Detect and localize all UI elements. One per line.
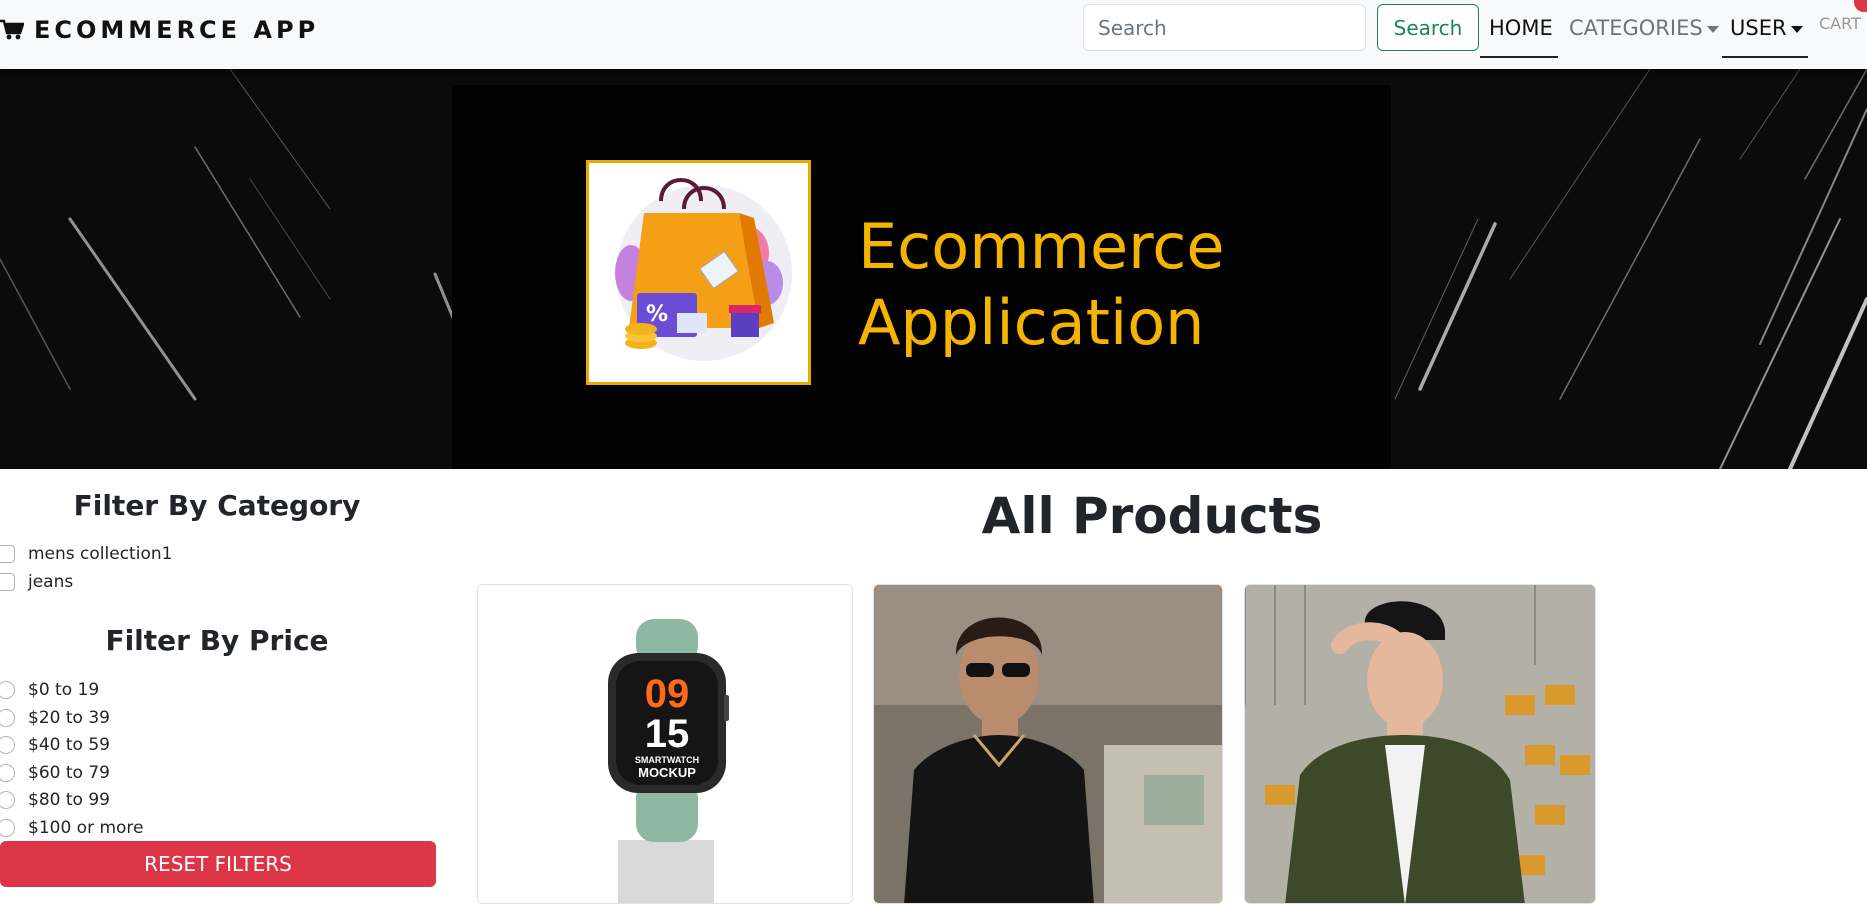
reset-filters-button[interactable]: RESET FILTERS bbox=[0, 841, 436, 887]
cart-icon bbox=[0, 19, 24, 40]
nav-cart-link[interactable]: CART bbox=[1819, 14, 1861, 33]
price-radio[interactable] bbox=[0, 791, 15, 809]
price-radio[interactable] bbox=[0, 819, 15, 837]
man-polo-image bbox=[874, 585, 1222, 903]
price-radio[interactable] bbox=[0, 681, 15, 699]
hero-banner: % Ecommerce Application bbox=[0, 69, 1867, 469]
price-option[interactable]: $60 to 79 bbox=[0, 761, 110, 785]
watch-line2: MOCKUP bbox=[638, 765, 696, 780]
nav-home-link[interactable]: HOME bbox=[1489, 16, 1553, 40]
watch-minute: 15 bbox=[645, 712, 690, 756]
filter-category-heading: Filter By Category bbox=[73, 489, 361, 522]
watch-hour: 09 bbox=[645, 672, 690, 716]
category-label: mens collection1 bbox=[28, 544, 173, 564]
nav-user-underline bbox=[1722, 56, 1808, 58]
watch-line1: SMARTWATCH bbox=[635, 755, 699, 765]
nav-user-label: USER bbox=[1730, 16, 1787, 40]
price-radio[interactable] bbox=[0, 709, 15, 727]
smartwatch-image: 09 15 SMARTWATCH MOCKUP bbox=[478, 585, 852, 903]
price-option[interactable]: $100 or more bbox=[0, 816, 144, 840]
products-heading: All Products bbox=[981, 487, 1323, 545]
svg-text:%: % bbox=[646, 302, 668, 327]
banner-title-line2: Application bbox=[858, 286, 1205, 359]
caret-down-icon bbox=[1790, 25, 1803, 33]
category-label: jeans bbox=[28, 572, 74, 592]
banner-title-line1: Ecommerce bbox=[858, 210, 1225, 283]
nav-home-underline bbox=[1480, 56, 1558, 58]
brand[interactable]: ECOMMERCE APP bbox=[0, 16, 319, 44]
search-input[interactable] bbox=[1083, 4, 1366, 51]
shopping-bag-logo: % bbox=[586, 160, 811, 385]
price-radio[interactable] bbox=[0, 764, 15, 782]
category-checkbox[interactable] bbox=[0, 545, 15, 563]
category-checkbox[interactable] bbox=[0, 573, 15, 591]
nav-user-dropdown[interactable]: USER bbox=[1730, 16, 1803, 40]
price-label: $40 to 59 bbox=[28, 735, 110, 755]
price-option[interactable]: $40 to 59 bbox=[0, 733, 110, 757]
shopping-bag-icon: % bbox=[615, 178, 792, 361]
price-option[interactable]: $0 to 19 bbox=[0, 678, 99, 702]
price-option[interactable]: $20 to 39 bbox=[0, 706, 110, 730]
navbar: ECOMMERCE APP Search HOME CATEGORIES USE… bbox=[0, 0, 1867, 69]
banner-title: Ecommerce Application bbox=[858, 209, 1225, 361]
category-option[interactable]: mens collection1 bbox=[0, 542, 172, 566]
price-label: $80 to 99 bbox=[28, 790, 110, 810]
filter-price-heading: Filter By Price bbox=[105, 624, 329, 657]
search-button[interactable]: Search bbox=[1377, 4, 1479, 51]
product-card[interactable] bbox=[1244, 584, 1596, 904]
caret-down-icon bbox=[1706, 25, 1719, 33]
category-option[interactable]: jeans bbox=[0, 570, 73, 594]
product-card[interactable]: 09 15 SMARTWATCH MOCKUP bbox=[477, 584, 853, 904]
brand-name: ECOMMERCE APP bbox=[34, 16, 320, 44]
nav-categories-label: CATEGORIES bbox=[1569, 16, 1703, 40]
price-label: $20 to 39 bbox=[28, 708, 110, 728]
nav-categories-dropdown[interactable]: CATEGORIES bbox=[1569, 16, 1719, 40]
price-label: $100 or more bbox=[28, 818, 144, 838]
cart-count-badge bbox=[1854, 0, 1867, 12]
price-label: $0 to 19 bbox=[28, 680, 100, 700]
price-radio[interactable] bbox=[0, 736, 15, 754]
man-jacket-image bbox=[1245, 585, 1595, 903]
product-card[interactable] bbox=[873, 584, 1223, 904]
price-option[interactable]: $80 to 99 bbox=[0, 788, 110, 812]
price-label: $60 to 79 bbox=[28, 763, 110, 783]
